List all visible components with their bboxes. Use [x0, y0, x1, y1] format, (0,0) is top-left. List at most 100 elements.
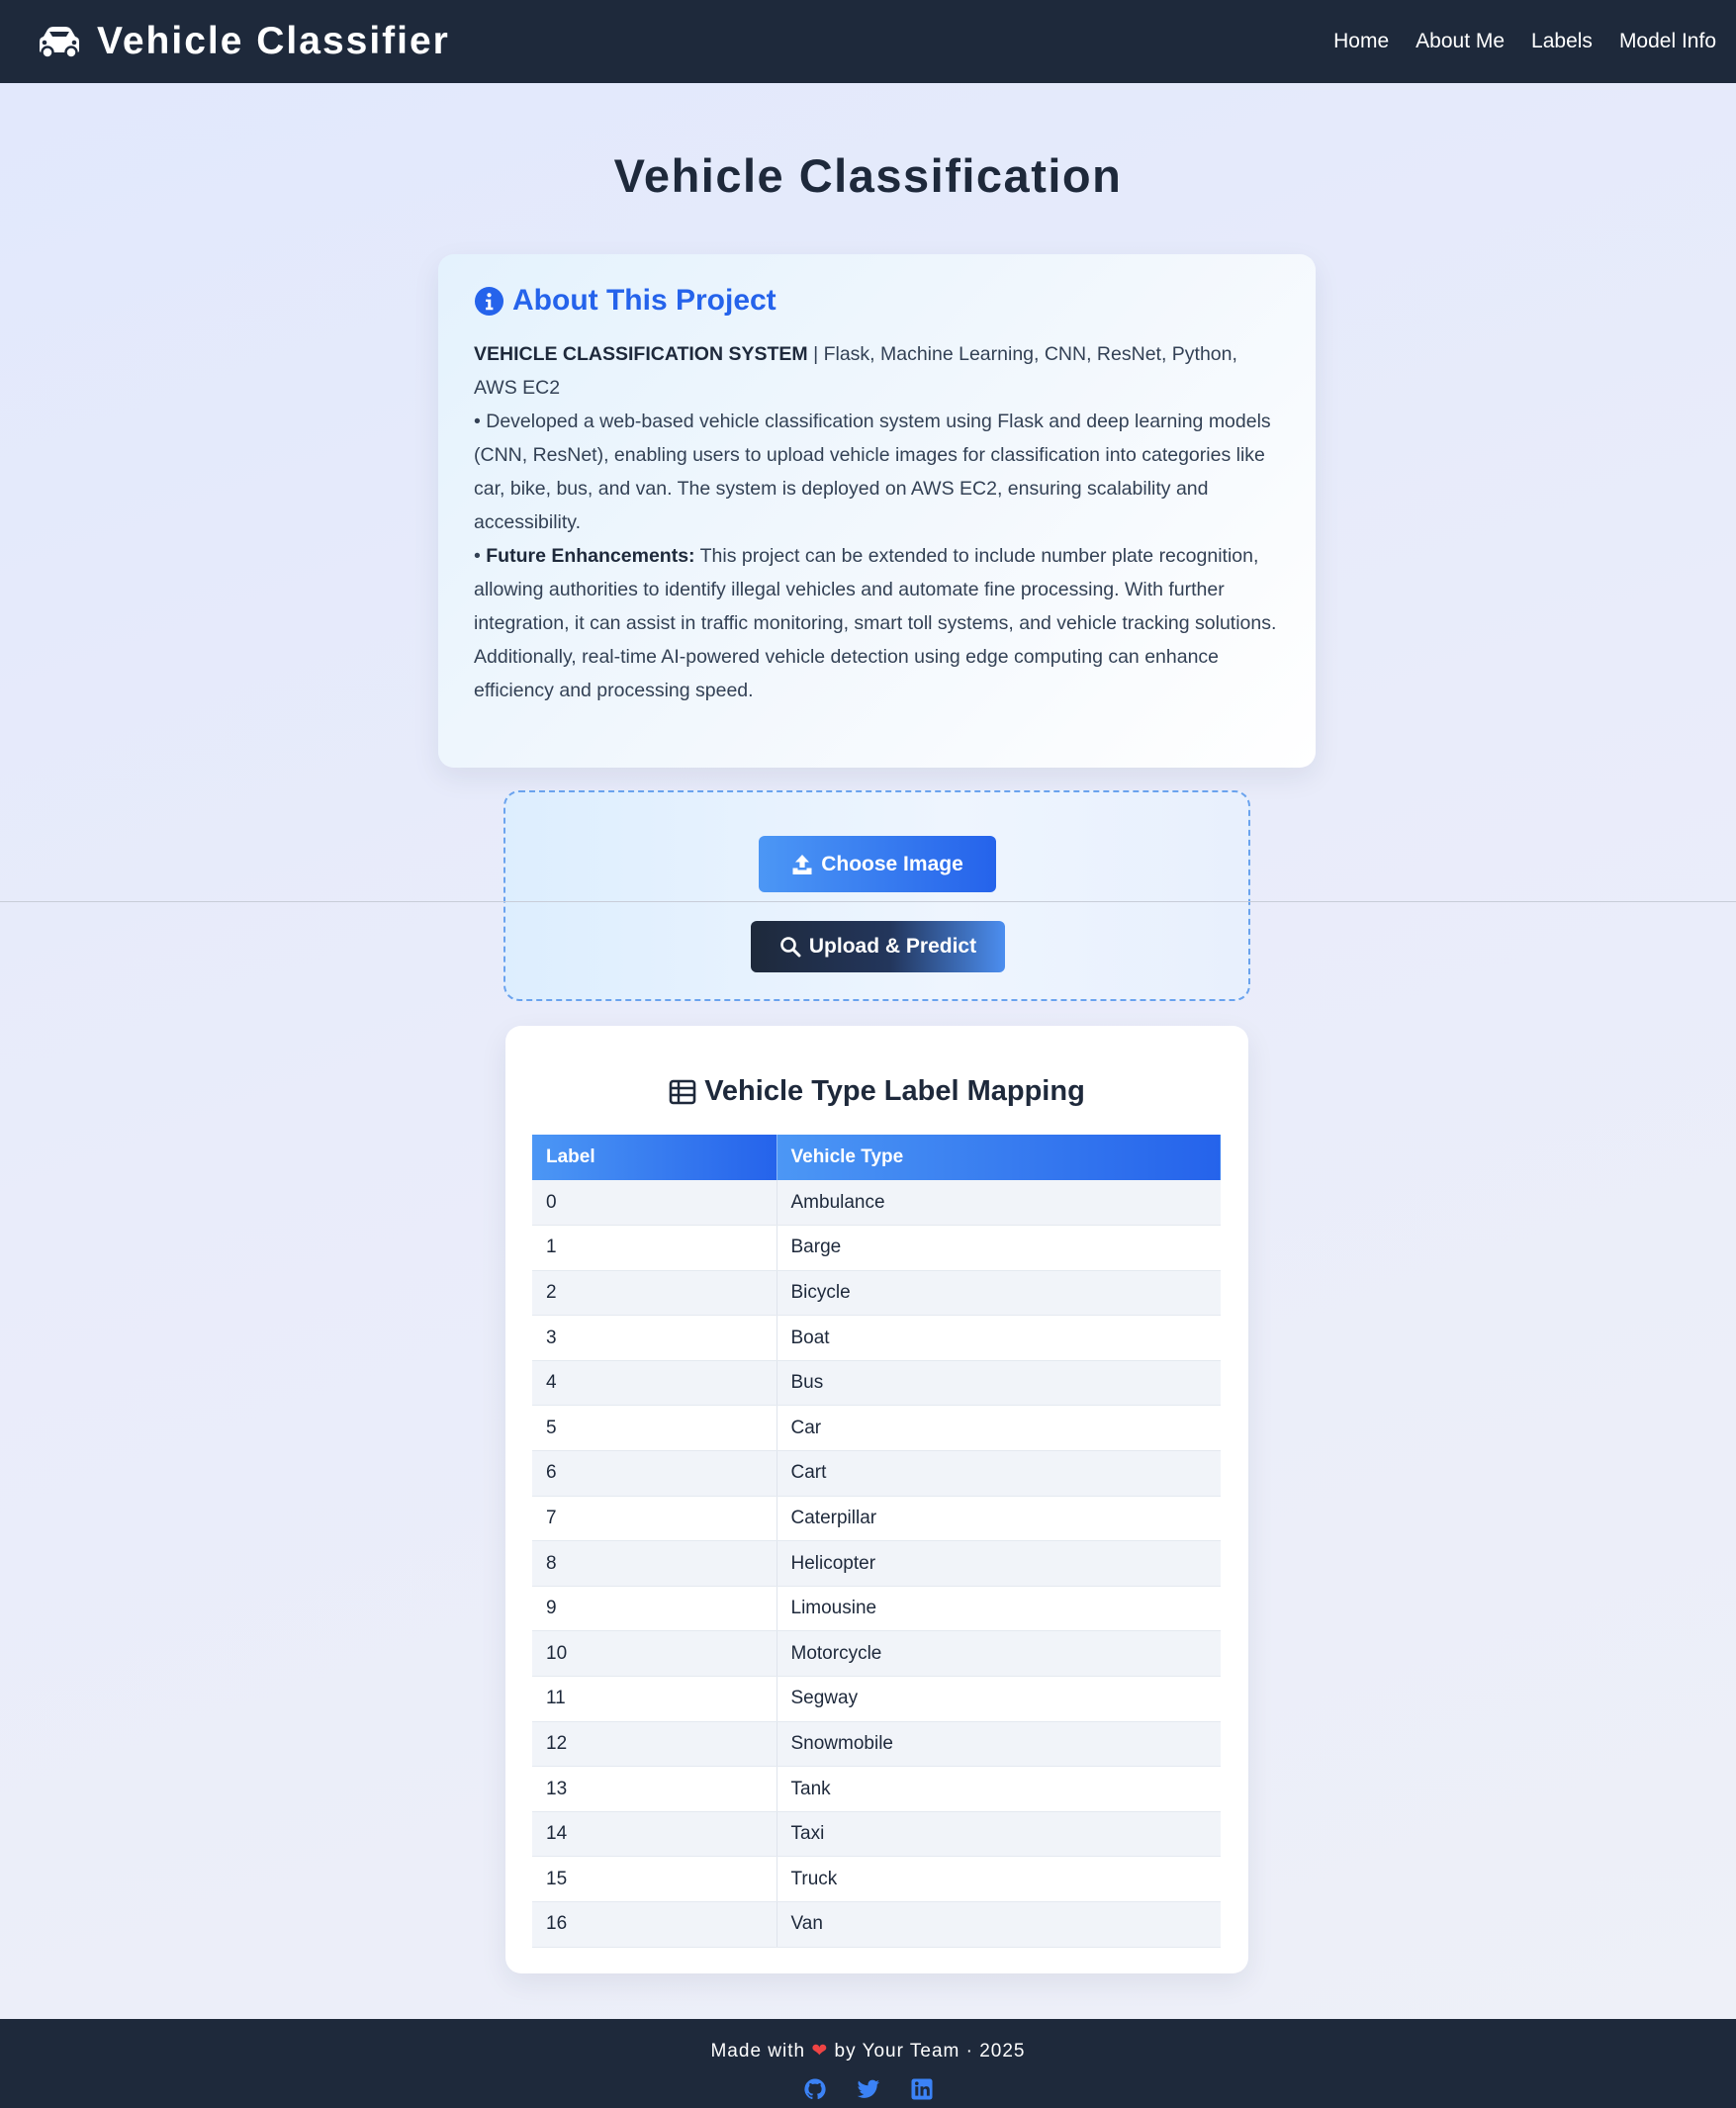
- bullet-marker: •: [474, 545, 487, 567]
- table-row: 7 Caterpillar: [532, 1496, 1221, 1542]
- label-mapping-table: Label Vehicle Type 0 Ambulance 1 Barge 2 Bi…: [532, 1135, 1221, 1948]
- label-cell: 13: [532, 1766, 777, 1812]
- footer-made-with: Made with: [710, 2041, 812, 2062]
- table-header-row: Label Vehicle Type: [532, 1135, 1221, 1180]
- label-cell: 16: [532, 1901, 777, 1948]
- label-cell: 3: [532, 1315, 777, 1361]
- vehicle-type-cell: Segway: [777, 1676, 1221, 1722]
- footer-by-team: by Your Team · 2025: [828, 2041, 1026, 2062]
- table-row: 12 Snowmobile: [532, 1721, 1221, 1768]
- label-cell: 11: [532, 1676, 777, 1722]
- vehicle-type-cell: Helicopter: [777, 1540, 1221, 1587]
- page-title: Vehicle Classification: [613, 149, 1123, 202]
- table-row: 14 Taxi: [532, 1811, 1221, 1858]
- label-cell: 4: [532, 1360, 777, 1407]
- table-row: 6 Cart: [532, 1450, 1221, 1497]
- nav-link-labels[interactable]: Labels: [1531, 30, 1593, 53]
- upload-dropzone[interactable]: Choose Image Upload & Predict: [503, 790, 1250, 1001]
- label-cell: 8: [532, 1540, 777, 1587]
- vehicle-type-cell: Bus: [777, 1360, 1221, 1407]
- system-name: VEHICLE CLASSIFICATION SYSTEM: [474, 343, 808, 365]
- choose-image-label: Choose Image: [821, 852, 963, 875]
- label-cell: 1: [532, 1225, 777, 1271]
- label-cell: 0: [532, 1180, 777, 1227]
- table-row: 5 Car: [532, 1405, 1221, 1452]
- twitter-link[interactable]: [857, 2077, 880, 2101]
- label-mapping-header: Vehicle Type Label Mapping: [505, 1075, 1248, 1108]
- heart-icon: ❤: [811, 2041, 829, 2062]
- vehicle-type-cell: Car: [777, 1405, 1221, 1452]
- label-cell: 15: [532, 1856, 777, 1902]
- vehicle-type-cell: Boat: [777, 1315, 1221, 1361]
- label-cell: 7: [532, 1496, 777, 1542]
- column-header-label: Label: [532, 1135, 777, 1180]
- table-row: 11 Segway: [532, 1676, 1221, 1722]
- label-cell: 6: [532, 1450, 777, 1497]
- table-row: 9 Limousine: [532, 1586, 1221, 1632]
- about-body: VEHICLE CLASSIFICATION SYSTEM | Flask, M…: [474, 337, 1280, 707]
- footer-credit: Made with ❤ by Your Team · 2025: [0, 2040, 1736, 2062]
- table-row: 15 Truck: [532, 1856, 1221, 1902]
- table-icon: [669, 1079, 696, 1104]
- table-row: 8 Helicopter: [532, 1540, 1221, 1587]
- about-bullet-2: • Future Enhancements: This project can …: [474, 539, 1280, 707]
- table-row: 4 Bus: [532, 1360, 1221, 1407]
- vehicle-type-cell: Van: [777, 1901, 1221, 1948]
- label-cell: 12: [532, 1721, 777, 1768]
- vehicle-type-cell: Tank: [777, 1766, 1221, 1812]
- label-mapping-title: Vehicle Type Label Mapping: [704, 1075, 1085, 1107]
- about-title: About This Project: [512, 284, 777, 317]
- linkedin-link[interactable]: [910, 2077, 934, 2101]
- linkedin-icon: [911, 2078, 932, 2100]
- choose-image-button[interactable]: Choose Image: [759, 836, 996, 892]
- car-icon: [40, 27, 79, 59]
- vehicle-type-cell: Taxi: [777, 1811, 1221, 1858]
- github-icon: [803, 2078, 826, 2100]
- footer: Made with ❤ by Your Team · 2025: [0, 2019, 1736, 2108]
- label-cell: 14: [532, 1811, 777, 1858]
- upload-icon: [792, 854, 812, 874]
- label-mapping-card: Vehicle Type Label Mapping Label Vehicle…: [505, 1026, 1248, 1973]
- table-row: 10 Motorcycle: [532, 1630, 1221, 1678]
- vehicle-type-cell: Truck: [777, 1856, 1221, 1902]
- search-icon: [780, 937, 801, 958]
- vehicle-type-cell: Motorcycle: [777, 1630, 1221, 1678]
- label-cell: 10: [532, 1630, 777, 1678]
- future-enhancements-label: Future Enhancements:: [486, 545, 695, 567]
- vehicle-type-cell: Cart: [777, 1450, 1221, 1497]
- about-intro: VEHICLE CLASSIFICATION SYSTEM | Flask, M…: [474, 337, 1280, 405]
- about-header: About This Project: [474, 284, 1280, 318]
- table-row: 2 Bicycle: [532, 1270, 1221, 1317]
- about-card: About This Project VEHICLE CLASSIFICATIO…: [438, 254, 1316, 768]
- brand[interactable]: Vehicle Classifier: [36, 20, 450, 63]
- table-row: 3 Boat: [532, 1315, 1221, 1361]
- about-bullet-1: • Developed a web-based vehicle classifi…: [474, 411, 1271, 533]
- upload-predict-label: Upload & Predict: [808, 935, 977, 958]
- vehicle-type-cell: Ambulance: [777, 1180, 1221, 1227]
- label-cell: 9: [532, 1586, 777, 1632]
- divider-line: [0, 901, 1736, 902]
- table-row: 13 Tank: [532, 1766, 1221, 1812]
- info-circle-icon: [474, 286, 504, 316]
- table-row: 1 Barge: [532, 1225, 1221, 1271]
- upload-predict-button[interactable]: Upload & Predict: [751, 921, 1005, 972]
- nav-link-home[interactable]: Home: [1333, 30, 1389, 53]
- social-links: [0, 2077, 1736, 2101]
- vehicle-type-cell: Limousine: [777, 1586, 1221, 1632]
- brand-title: Vehicle Classifier: [97, 20, 450, 62]
- twitter-icon: [857, 2079, 879, 2098]
- vehicle-type-cell: Bicycle: [777, 1270, 1221, 1317]
- nav-links: Home About Me Labels Model Info: [1333, 30, 1716, 53]
- nav-link-about-me[interactable]: About Me: [1416, 30, 1505, 53]
- github-link[interactable]: [803, 2077, 827, 2101]
- label-cell: 5: [532, 1405, 777, 1452]
- label-cell: 2: [532, 1270, 777, 1317]
- vehicle-type-cell: Barge: [777, 1225, 1221, 1271]
- navbar: Vehicle Classifier Home About Me Labels …: [0, 0, 1736, 83]
- vehicle-type-cell: Snowmobile: [777, 1721, 1221, 1768]
- future-enhancements-text: This project can be extended to include …: [474, 545, 1277, 701]
- nav-link-model-info[interactable]: Model Info: [1619, 30, 1716, 53]
- table-row: 0 Ambulance: [532, 1180, 1221, 1227]
- column-header-vehicle-type: Vehicle Type: [777, 1135, 1221, 1180]
- vehicle-type-cell: Caterpillar: [777, 1496, 1221, 1542]
